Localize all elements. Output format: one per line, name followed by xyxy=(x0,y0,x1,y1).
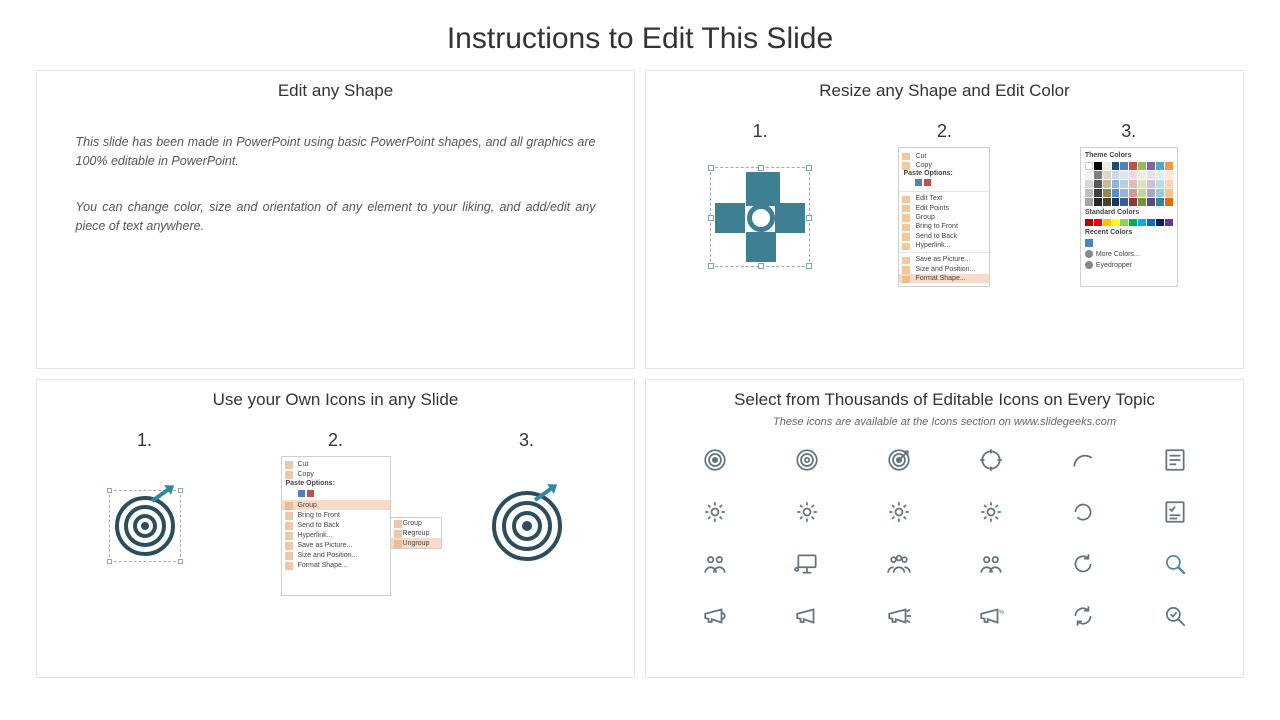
step: 3. xyxy=(472,430,582,581)
menu-item: Copy xyxy=(282,469,390,479)
menu-item: Format Shape... xyxy=(899,274,989,283)
people-icon xyxy=(675,542,755,586)
panel-own-icons: Use your Own Icons in any Slide 1. 2. Cu… xyxy=(36,379,635,678)
menu-label: Paste Options: xyxy=(899,170,989,177)
gear-icon xyxy=(767,490,847,534)
group-menu-thumbnail: Cut Copy Paste Options: Group Bring to F… xyxy=(261,471,411,581)
menu-item: Size and Position... xyxy=(899,264,989,273)
step: 3. Theme Colors Standard Colors xyxy=(1074,121,1184,272)
step-number: 2. xyxy=(328,430,343,451)
megaphone-icon xyxy=(675,594,755,638)
arc-icon xyxy=(1043,438,1123,482)
panel-title: Use your Own Icons in any Slide xyxy=(213,390,459,410)
heading: Standard Colors xyxy=(1085,209,1173,216)
menu-item: Bring to Front xyxy=(282,510,390,520)
heading: Recent Colors xyxy=(1085,229,1173,236)
target-icon xyxy=(675,438,755,482)
checklist-icon xyxy=(1135,490,1215,534)
link: More Colors... xyxy=(1096,251,1140,258)
menu-item: Bring to Front xyxy=(899,222,989,231)
panel-title: Select from Thousands of Editable Icons … xyxy=(734,390,1155,410)
step-number: 3. xyxy=(519,430,534,451)
panel-title: Resize any Shape and Edit Color xyxy=(819,81,1069,101)
menu-item: Cut xyxy=(282,459,390,469)
target-thumbnail xyxy=(472,471,582,581)
people-icon xyxy=(859,542,939,586)
menu-item: Size and Position... xyxy=(282,550,390,560)
step-number: 1. xyxy=(137,430,152,451)
gear-icon xyxy=(951,490,1031,534)
menu-item: Regroup xyxy=(391,528,441,538)
menu-item: Edit Points xyxy=(899,203,989,212)
step: 2. Cut Copy Paste Options: Edit Text Edi… xyxy=(889,121,999,272)
icon-grid: % xyxy=(675,438,1215,663)
menu-item: Save as Picture... xyxy=(282,540,390,550)
menu-item: Hyperlink... xyxy=(899,241,989,250)
menu-item: Group xyxy=(282,500,390,510)
menu-item: Edit Text xyxy=(899,194,989,203)
menu-item: Group xyxy=(391,518,441,528)
magnifier-icon xyxy=(1135,542,1215,586)
color-picker-thumbnail: Theme Colors Standard Colors Recen xyxy=(1074,162,1184,272)
menu-item: Group xyxy=(899,212,989,221)
megaphone-icon xyxy=(859,594,939,638)
submenu: Group Regroup Ungroup xyxy=(390,517,442,549)
gear-icon xyxy=(675,490,755,534)
list-icon xyxy=(1135,438,1215,482)
paragraph: You can change color, size and orientati… xyxy=(76,198,596,237)
panel-icon-library: Select from Thousands of Editable Icons … xyxy=(645,379,1244,678)
presentation-icon xyxy=(767,542,847,586)
heading: Theme Colors xyxy=(1085,152,1173,159)
panel-subtitle: These icons are available at the Icons s… xyxy=(773,416,1116,428)
panel-title: Edit any Shape xyxy=(278,81,393,101)
crosshair-icon xyxy=(951,438,1031,482)
step-number: 3. xyxy=(1121,121,1136,142)
steps-row: 1. 2. Cut Copy Paste Options: xyxy=(59,430,612,663)
svg-text:%: % xyxy=(998,609,1003,616)
refresh-icon xyxy=(1043,594,1123,638)
menu-item: Format Shape... xyxy=(282,560,390,570)
panel-body: This slide has been made in PowerPoint u… xyxy=(76,107,596,237)
refresh-icon xyxy=(1043,542,1123,586)
menu-item: Send to Back xyxy=(282,520,390,530)
refresh-arc-icon xyxy=(1043,490,1123,534)
target-icon xyxy=(767,438,847,482)
steps-row: 1. 2. Cut Copy Paste Options: xyxy=(668,121,1221,354)
gear-icon xyxy=(859,490,939,534)
step-number: 2. xyxy=(937,121,952,142)
step-number: 1. xyxy=(753,121,768,142)
megaphone-icon xyxy=(767,594,847,638)
menu-item: Hyperlink... xyxy=(282,530,390,540)
menu-item: Save as Picture... xyxy=(899,255,989,264)
target-dart-icon xyxy=(859,438,939,482)
people-icon xyxy=(951,542,1031,586)
menu-item: Cut xyxy=(899,151,989,160)
menu-item: Send to Back xyxy=(899,231,989,240)
context-menu-thumbnail: Cut Copy Paste Options: Edit Text Edit P… xyxy=(889,162,999,272)
panel-edit-shape: Edit any Shape This slide has been made … xyxy=(36,70,635,369)
step: 1. xyxy=(705,121,815,272)
step: 2. Cut Copy Paste Options: Group Bring t… xyxy=(261,430,411,581)
paragraph: This slide has been made in PowerPoint u… xyxy=(76,133,596,172)
megaphone-percent-icon: % xyxy=(951,594,1031,638)
page-title: Instructions to Edit This Slide xyxy=(0,0,1280,70)
panel-resize-color: Resize any Shape and Edit Color 1. 2. Cu… xyxy=(645,70,1244,369)
step: 1. xyxy=(90,430,200,581)
shape-selected-thumbnail xyxy=(705,162,815,272)
target-selected-thumbnail xyxy=(90,471,200,581)
menu-item: Ungroup xyxy=(391,538,441,548)
magnifier-check-icon xyxy=(1135,594,1215,638)
panels-grid: Edit any Shape This slide has been made … xyxy=(0,70,1280,706)
menu-label: Paste Options: xyxy=(282,479,390,488)
link: Eyedropper xyxy=(1096,262,1132,269)
menu-item: Copy xyxy=(899,160,989,169)
